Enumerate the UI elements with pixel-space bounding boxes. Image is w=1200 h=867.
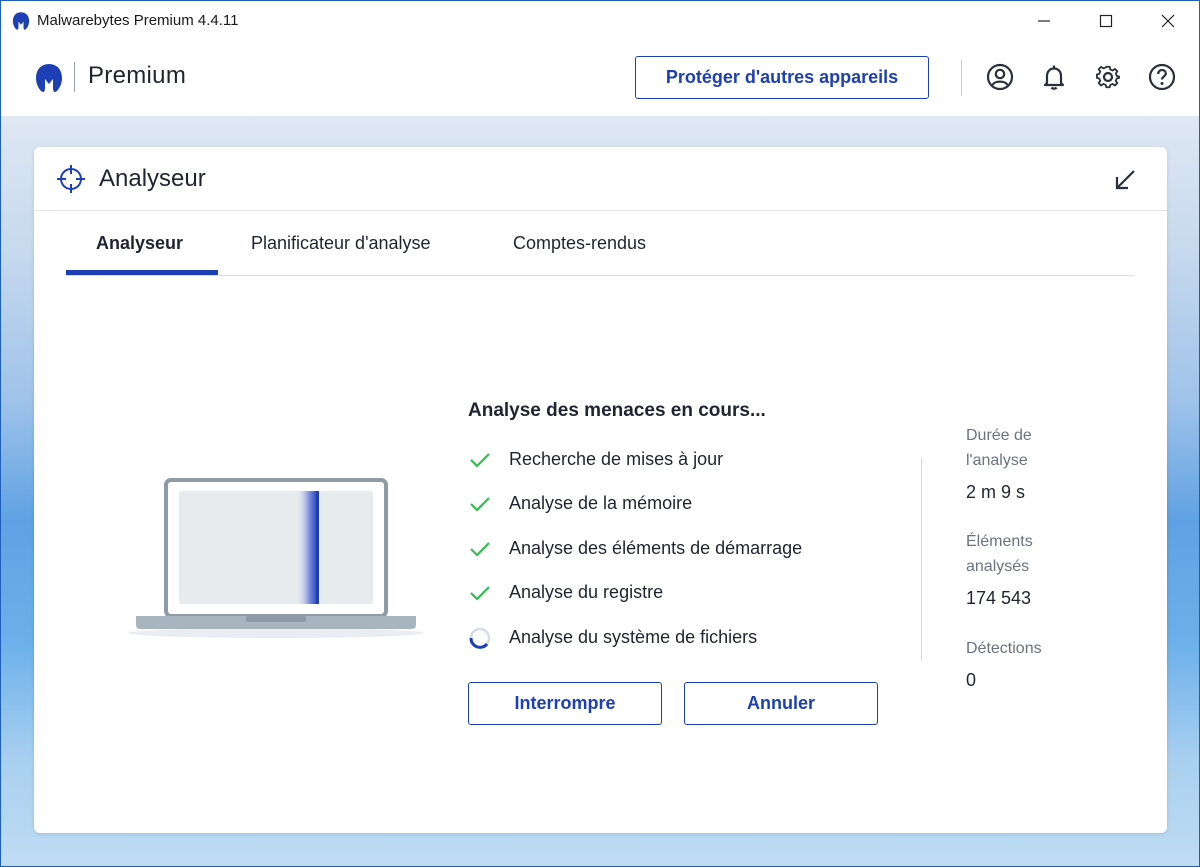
scan-step: Analyse de la mémoire xyxy=(468,491,888,519)
duration-value: 2 m 9 s xyxy=(966,482,1026,502)
close-icon xyxy=(1161,14,1175,28)
settings-button[interactable] xyxy=(1093,62,1123,92)
card-header: Analyseur xyxy=(34,147,1167,211)
items-scanned-value: 174 543 xyxy=(966,588,1032,608)
scan-step-label: Analyse des éléments de démarrage xyxy=(509,538,803,558)
crosshair-icon xyxy=(57,165,85,193)
brand-name: Premium xyxy=(88,62,187,89)
scanner-card: Analyseur Analyseur Planificateur d'anal… xyxy=(34,147,1167,833)
help-icon xyxy=(1148,63,1176,91)
app-header: Premium Protéger d'autres appareils xyxy=(0,40,1200,116)
window-titlebar: Malwarebytes Premium 4.4.11 xyxy=(0,0,1200,40)
gear-icon xyxy=(1096,65,1120,89)
notifications-button[interactable] xyxy=(1039,62,1069,92)
detections-label: Détections xyxy=(966,640,1042,657)
cancel-scan-button[interactable]: Annuler xyxy=(684,682,878,725)
scan-step-label: Analyse du registre xyxy=(509,582,664,602)
account-button[interactable] xyxy=(985,62,1015,92)
tab-planificateur[interactable]: Planificateur d'analyse xyxy=(251,233,431,254)
tab-bar: Analyseur Planificateur d'analyse Compte… xyxy=(66,211,1134,276)
bell-icon xyxy=(1043,65,1065,90)
items-scanned-label: Éléments analysés xyxy=(966,533,1033,575)
tab-analyseur[interactable]: Analyseur xyxy=(96,233,183,254)
scan-step: Recherche de mises à jour xyxy=(468,447,888,475)
pause-scan-button[interactable]: Interrompre xyxy=(468,682,662,725)
maximize-button[interactable] xyxy=(1075,1,1137,41)
help-button[interactable] xyxy=(1147,62,1177,92)
close-button[interactable] xyxy=(1137,1,1199,41)
spinner-icon xyxy=(469,627,491,649)
malwarebytes-logo-icon xyxy=(36,64,62,92)
tab-comptes-rendus[interactable]: Comptes-rendus xyxy=(513,233,646,254)
scan-status-heading: Analyse des menaces en cours... xyxy=(468,400,766,421)
checkmark-icon xyxy=(470,453,490,468)
minimize-button[interactable] xyxy=(1013,1,1075,41)
checkmark-icon xyxy=(470,542,490,557)
collapse-arrow-icon[interactable] xyxy=(1112,167,1138,193)
scan-step: Analyse du système de fichiers xyxy=(468,625,888,653)
malwarebytes-logo-icon xyxy=(12,12,30,30)
account-icon xyxy=(986,63,1014,91)
checkmark-icon xyxy=(470,586,490,601)
card-title: Analyseur xyxy=(99,165,206,192)
laptop-scan-illustration xyxy=(128,478,424,638)
protect-other-devices-button[interactable]: Protéger d'autres appareils xyxy=(635,56,929,99)
scan-step: Analyse du registre xyxy=(468,580,888,608)
scan-step-label: Analyse de la mémoire xyxy=(509,493,693,513)
duration-label: Durée de l'analyse xyxy=(966,427,1032,469)
header-divider xyxy=(961,60,962,96)
scan-step: Analyse des éléments de démarrage xyxy=(468,536,888,564)
detections-value: 0 xyxy=(966,670,977,690)
active-tab-indicator xyxy=(66,270,218,275)
maximize-icon xyxy=(1099,14,1113,28)
scan-step-label: Recherche de mises à jour xyxy=(509,449,724,469)
checkmark-icon xyxy=(470,497,490,512)
minimize-icon xyxy=(1038,20,1050,22)
stats-divider xyxy=(921,458,922,661)
brand-divider xyxy=(74,62,75,92)
scan-step-label: Analyse du système de fichiers xyxy=(509,627,758,647)
window-title: Malwarebytes Premium 4.4.11 xyxy=(37,12,239,29)
